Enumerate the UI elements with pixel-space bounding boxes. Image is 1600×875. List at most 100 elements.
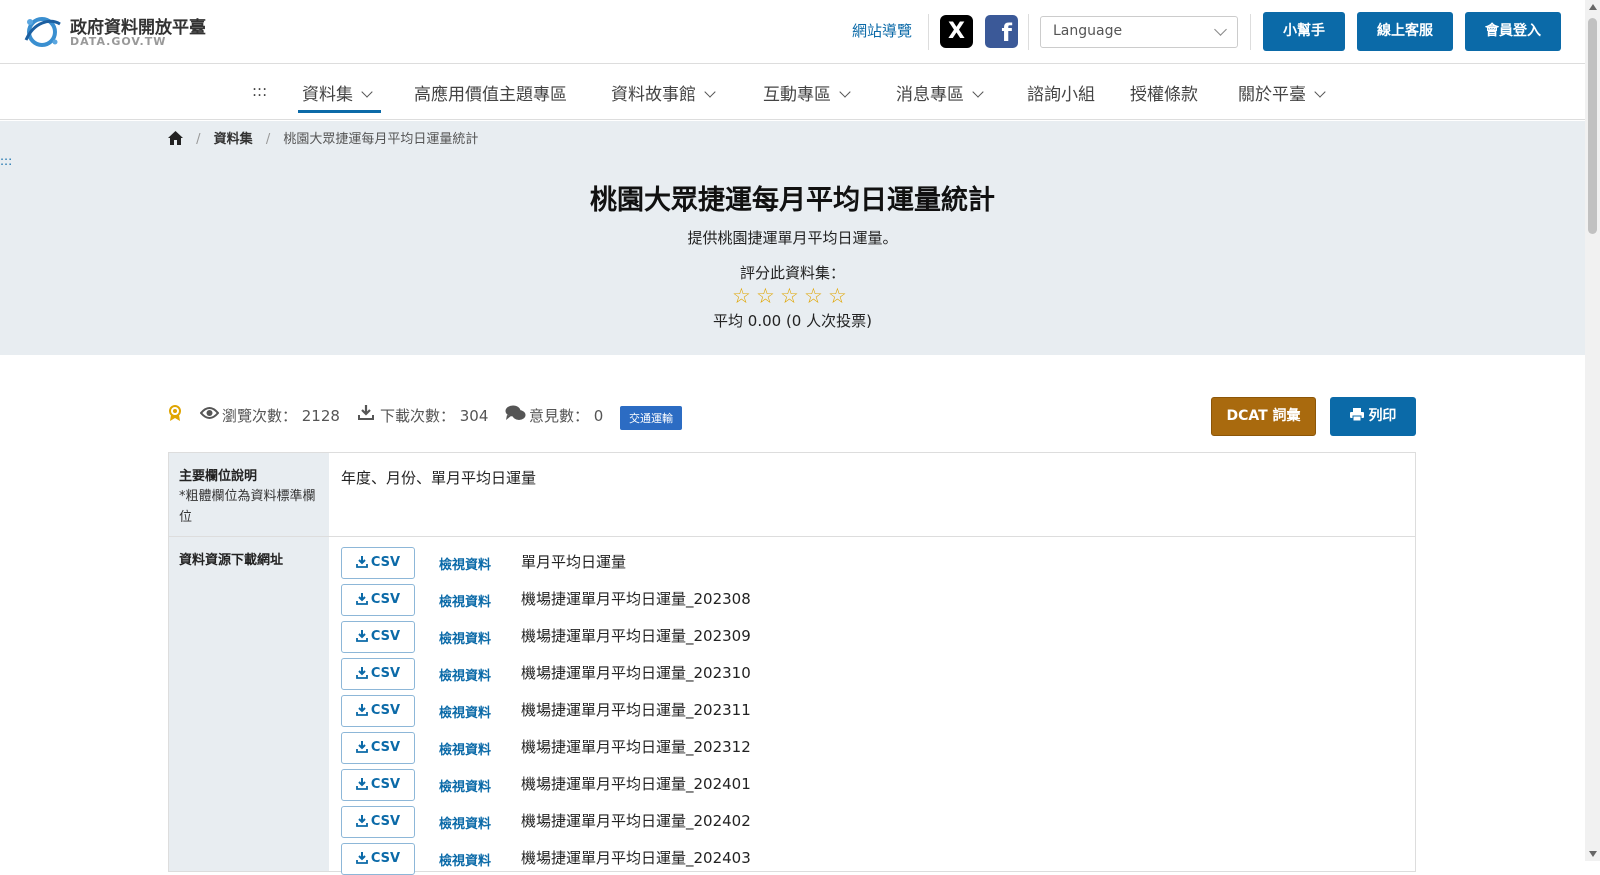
nav-item-high-value[interactable]: 高應用價值主題專區 bbox=[414, 80, 567, 105]
resource-name: 機場捷運單月平均日運量_202311 bbox=[521, 701, 751, 719]
csv-download-button[interactable]: CSV bbox=[341, 547, 415, 579]
csv-download-button[interactable]: CSV bbox=[341, 843, 415, 875]
csv-label: CSV bbox=[370, 814, 401, 829]
csv-label: CSV bbox=[370, 703, 401, 718]
nav-item-license[interactable]: 授權條款 bbox=[1130, 80, 1198, 105]
star-icon[interactable]: ☆ bbox=[732, 284, 751, 308]
download-icon bbox=[355, 593, 368, 605]
csv-download-button[interactable]: CSV bbox=[341, 695, 415, 727]
dcat-vocabulary-button[interactable]: DCAT 詞彙 bbox=[1211, 397, 1316, 436]
online-support-button[interactable]: 線上客服 bbox=[1357, 12, 1453, 51]
nav-item-label: 資料故事館 bbox=[611, 85, 696, 105]
category-tag[interactable]: 交通運輸 bbox=[620, 406, 682, 430]
eye-icon bbox=[199, 405, 220, 423]
fields-note: *粗體欄位為資料標準欄位 bbox=[179, 489, 316, 525]
member-login-button[interactable]: 會員登入 bbox=[1465, 12, 1561, 51]
helper-button[interactable]: 小幫手 bbox=[1263, 12, 1345, 51]
star-icon[interactable]: ☆ bbox=[780, 284, 799, 308]
view-data-link[interactable]: 檢視資料 bbox=[439, 628, 491, 647]
csv-download-button[interactable]: CSV bbox=[341, 769, 415, 801]
scrollbar-thumb[interactable] bbox=[1588, 18, 1597, 234]
nav-item-datasets[interactable]: 資料集 bbox=[302, 80, 373, 105]
side-anchor[interactable]: ::: bbox=[0, 154, 12, 168]
nav-item-interactive[interactable]: 互動專區 bbox=[763, 80, 851, 105]
resource-name: 機場捷運單月平均日運量_202403 bbox=[521, 849, 751, 867]
resource-row: CSV 檢視資料 單月平均日運量 bbox=[341, 547, 1411, 579]
award-icon bbox=[168, 405, 182, 426]
csv-label: CSV bbox=[370, 777, 401, 792]
breadcrumb-datasets[interactable]: 資料集 bbox=[214, 132, 253, 147]
view-data-link[interactable]: 檢視資料 bbox=[439, 702, 491, 721]
csv-label: CSV bbox=[370, 555, 401, 570]
nav-item-label: 諮詢小組 bbox=[1027, 85, 1095, 105]
nav-skip-anchor[interactable]: ::: bbox=[252, 82, 267, 100]
resource-row: CSV 檢視資料 機場捷運單月平均日運量_202402 bbox=[341, 806, 1411, 838]
nav-item-advisory[interactable]: 諮詢小組 bbox=[1027, 80, 1095, 105]
fields-label: 主要欄位說明 bbox=[179, 469, 258, 484]
resource-name: 單月平均日運量 bbox=[521, 553, 627, 571]
view-data-link[interactable]: 檢視資料 bbox=[439, 554, 491, 573]
breadcrumb-current: 桃園大眾捷運每月平均日運量統計 bbox=[283, 132, 479, 147]
nav-item-label: 互動專區 bbox=[763, 85, 831, 105]
resource-name: 機場捷運單月平均日運量_202402 bbox=[521, 812, 751, 830]
resource-name: 機場捷運單月平均日運量_202401 bbox=[521, 775, 751, 793]
page-scrollbar[interactable] bbox=[1585, 0, 1600, 861]
dataset-hero: / 資料集 / 桃園大眾捷運每月平均日運量統計 ::: 桃園大眾捷運每月平均日運… bbox=[0, 121, 1585, 355]
sitemap-link[interactable]: 網站導覽 bbox=[852, 20, 912, 41]
rating-average: 平均 0.00 (0 人次投票) bbox=[713, 312, 872, 330]
view-data-link[interactable]: 檢視資料 bbox=[439, 776, 491, 795]
comment-count: 意見數： 0 bbox=[529, 407, 604, 425]
breadcrumb-separator: / bbox=[196, 132, 201, 147]
chevron-down-icon bbox=[1214, 23, 1227, 36]
nav-item-stories[interactable]: 資料故事館 bbox=[611, 80, 716, 105]
resource-row: CSV 檢視資料 機場捷運單月平均日運量_202403 bbox=[341, 843, 1411, 875]
divider bbox=[928, 14, 929, 50]
nav-item-label: 關於平臺 bbox=[1238, 85, 1306, 105]
view-data-link[interactable]: 檢視資料 bbox=[439, 665, 491, 684]
scroll-up-arrow-icon[interactable] bbox=[1589, 4, 1597, 10]
language-select[interactable]: Language bbox=[1040, 16, 1238, 48]
resource-row: CSV 檢視資料 機場捷運單月平均日運量_202309 bbox=[341, 621, 1411, 653]
language-select-label: Language bbox=[1053, 23, 1123, 39]
csv-download-button[interactable]: CSV bbox=[341, 732, 415, 764]
fields-value: 年度、月份、單月平均日運量 bbox=[341, 469, 537, 487]
print-button[interactable]: 列印 bbox=[1330, 397, 1416, 436]
resource-row: CSV 檢視資料 機場捷運單月平均日運量_202401 bbox=[341, 769, 1411, 801]
page-title: 桃園大眾捷運每月平均日運量統計 bbox=[590, 185, 995, 216]
site-logo[interactable]: 政府資料開放平臺 DATA.GOV.TW bbox=[22, 10, 212, 52]
download-count: 下載次數： 304 bbox=[380, 407, 489, 425]
csv-download-button[interactable]: CSV bbox=[341, 806, 415, 838]
view-data-link[interactable]: 檢視資料 bbox=[439, 591, 491, 610]
download-icon bbox=[355, 556, 368, 568]
star-icon[interactable]: ☆ bbox=[756, 284, 775, 308]
view-data-link[interactable]: 檢視資料 bbox=[439, 850, 491, 869]
main-nav: ::: 資料集 高應用價值主題專區 資料故事館 互動專區 消息專區 諮詢小組 授… bbox=[0, 64, 1585, 120]
csv-download-button[interactable]: CSV bbox=[341, 621, 415, 653]
chevron-down-icon bbox=[704, 86, 716, 98]
logo-icon bbox=[24, 17, 61, 47]
logo-subtitle: DATA.GOV.TW bbox=[70, 35, 167, 48]
x-twitter-icon[interactable]: X bbox=[940, 15, 973, 48]
view-data-link[interactable]: 檢視資料 bbox=[439, 739, 491, 758]
star-icon[interactable]: ☆ bbox=[804, 284, 823, 308]
facebook-icon[interactable]: f bbox=[985, 15, 1018, 48]
nav-item-label: 高應用價值主題專區 bbox=[414, 85, 567, 105]
scroll-down-arrow-icon[interactable] bbox=[1589, 851, 1597, 857]
csv-download-button[interactable]: CSV bbox=[341, 658, 415, 690]
breadcrumb-separator: / bbox=[265, 132, 271, 147]
dataset-info-table: 主要欄位說明 *粗體欄位為資料標準欄位 年度、月份、單月平均日運量 資料資源下載… bbox=[168, 452, 1416, 875]
rating-stars: ☆ ☆ ☆ ☆ ☆ bbox=[730, 284, 870, 308]
resource-name: 機場捷運單月平均日運量_202309 bbox=[521, 627, 751, 645]
nav-item-about[interactable]: 關於平臺 bbox=[1238, 80, 1326, 105]
rating-label: 評分此資料集： bbox=[739, 264, 845, 282]
resources-label: 資料資源下載網址 bbox=[179, 553, 284, 568]
nav-item-news[interactable]: 消息專區 bbox=[896, 80, 984, 105]
star-icon[interactable]: ☆ bbox=[828, 284, 847, 308]
home-icon[interactable] bbox=[168, 131, 183, 149]
divider bbox=[1028, 14, 1029, 50]
csv-download-button[interactable]: CSV bbox=[341, 584, 415, 616]
csv-label: CSV bbox=[370, 740, 401, 755]
view-data-link[interactable]: 檢視資料 bbox=[439, 813, 491, 832]
dataset-description: 提供桃園捷運單月平均日運量。 bbox=[687, 229, 898, 247]
csv-label: CSV bbox=[370, 592, 401, 607]
